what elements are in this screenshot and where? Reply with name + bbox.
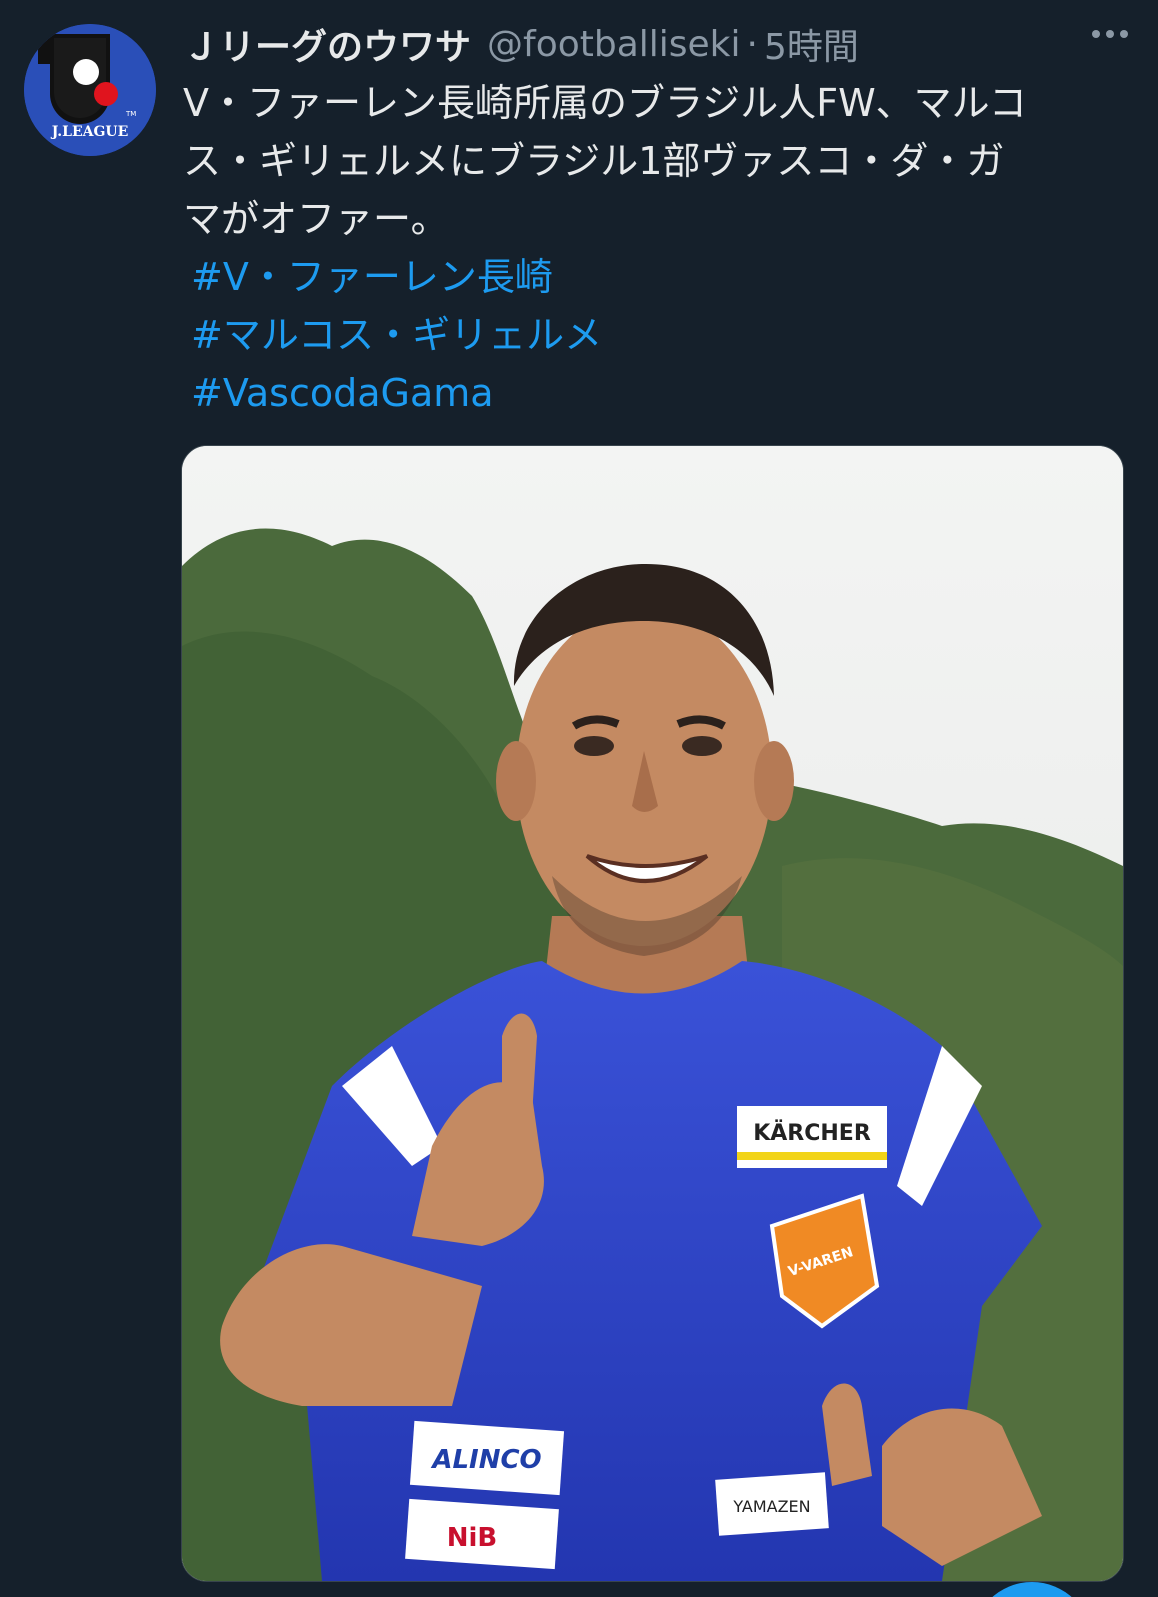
sponsor-nib: NiB [447,1523,498,1553]
avatar-logo-text: J.LEAGUE [50,124,129,140]
tweet-photo[interactable]: KÄRCHER ALINCO NiB YAMAZEN V-VAREN [181,445,1124,1582]
tweet-header: Ｊリーグのウワサ @footballiseki · 5時間 [183,18,1128,70]
tweet-text-line: ス・ギリェルメにブラジル1部ヴァスコ・ダ・ガ [183,139,1005,183]
hashtag-link[interactable]: #VascodaGama [183,364,1128,422]
hashtag-link[interactable]: #マルコス・ギリェルメ [183,306,1128,364]
sponsor-yamazen: YAMAZEN [732,1497,810,1516]
display-name[interactable]: Ｊリーグのウワサ [183,18,471,70]
player-photo: KÄRCHER ALINCO NiB YAMAZEN V-VAREN [182,446,1123,1581]
separator: · [746,23,758,65]
floating-compose-button[interactable] [972,1582,1092,1597]
sponsor-karcher: KÄRCHER [753,1120,871,1146]
sponsor-alinco: ALINCO [430,1445,541,1475]
tweet-body: V・ファーレン長崎所属のブラジル人FW、マルコ ス・ギリェルメにブラジル1部ヴァ… [183,74,1128,422]
handle[interactable]: @footballiseki [487,24,741,65]
tweet[interactable]: J.LEAGUE TM Ｊリーグのウワサ @footballiseki · 5時… [0,0,1158,1597]
timestamp[interactable]: 5時間 [764,18,859,70]
jleague-logo-icon: J.LEAGUE TM [24,24,156,156]
more-options-icon[interactable] [1092,30,1128,38]
tweet-text-line: V・ファーレン長崎所属のブラジル人FW、マルコ [183,81,1027,125]
hashtag-link[interactable]: #V・ファーレン長崎 [183,248,1128,306]
svg-text:TM: TM [125,110,136,118]
tweet-text-line: マがオファー。 [183,197,449,241]
avatar[interactable]: J.LEAGUE TM [24,24,156,156]
